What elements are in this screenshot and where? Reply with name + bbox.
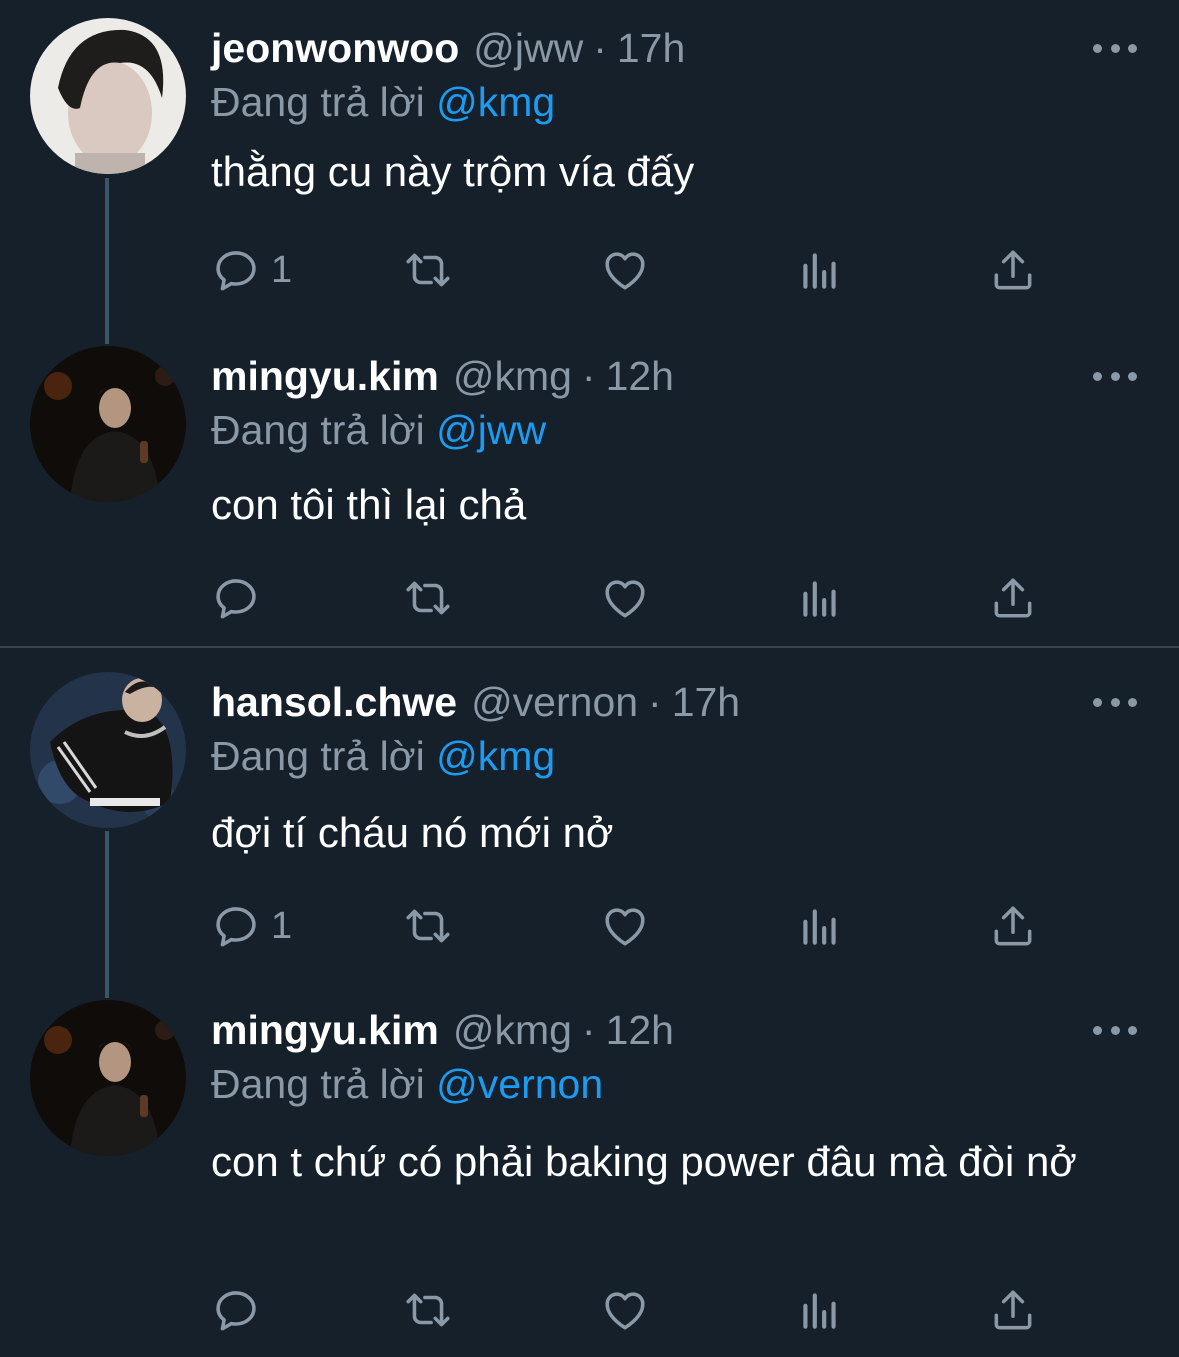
heart-icon — [605, 908, 645, 946]
tweet-actions — [211, 1280, 1061, 1340]
share-icon — [994, 250, 1032, 290]
tweet-header: hansol.chwe @vernon · 17h — [211, 672, 740, 732]
display-name[interactable]: mingyu.kim — [211, 346, 439, 406]
reply-count: 1 — [271, 248, 293, 291]
retweet-button[interactable] — [403, 896, 453, 956]
tweet-actions — [211, 568, 1061, 628]
like-button[interactable] — [600, 1280, 650, 1340]
tweet-header: mingyu.kim @kmg · 12h — [211, 1000, 674, 1060]
views-button[interactable] — [795, 568, 845, 628]
retweet-icon — [406, 253, 450, 287]
tweet-text: đợi tí cháu nó mới nở — [211, 809, 614, 856]
user-handle[interactable]: @kmg — [453, 1000, 572, 1060]
tweet-text: con t chứ có phải baking power đâu mà đò… — [211, 1138, 1077, 1185]
retweet-button[interactable] — [403, 240, 453, 300]
mention-link[interactable]: @vernon — [436, 1061, 603, 1107]
timestamp[interactable]: 17h — [617, 18, 685, 78]
tweet[interactable]: jeonwonwoo @jww · 17h Đang trả lời @kmg … — [0, 18, 1179, 318]
avatar[interactable] — [30, 18, 186, 174]
replying-to: Đang trả lời @kmg — [211, 728, 555, 784]
tweet[interactable]: mingyu.kim @kmg · 12h Đang trả lời @vern… — [0, 1000, 1179, 1350]
like-button[interactable] — [600, 240, 650, 300]
share-button[interactable] — [988, 568, 1038, 628]
heart-icon — [605, 252, 645, 290]
retweet-button[interactable] — [403, 568, 453, 628]
reply-button[interactable]: 1 — [211, 896, 292, 956]
reply-icon — [216, 251, 256, 291]
like-button[interactable] — [600, 568, 650, 628]
share-icon — [994, 1290, 1032, 1330]
separator: · — [581, 353, 596, 399]
views-button[interactable] — [795, 896, 845, 956]
separator: · — [648, 679, 662, 725]
user-handle[interactable]: @jww — [473, 18, 583, 78]
tweet-header: jeonwonwoo @jww · 17h — [211, 18, 685, 78]
mention-link[interactable]: @jww — [436, 407, 546, 453]
avatar[interactable] — [30, 346, 186, 502]
analytics-icon — [803, 909, 836, 945]
tweet-text: con tôi thì lại chả — [211, 481, 527, 528]
user-handle[interactable]: @vernon — [471, 672, 638, 732]
tweet-header: mingyu.kim @kmg · 12h — [211, 346, 674, 406]
thread-timeline: jeonwonwoo @jww · 17h Đang trả lời @kmg … — [0, 0, 1179, 1357]
replying-to-label: Đang trả lời — [211, 79, 425, 125]
replying-to-label: Đang trả lời — [211, 407, 425, 453]
more-icon[interactable] — [1093, 684, 1137, 720]
reply-icon — [216, 579, 256, 619]
retweet-icon — [406, 581, 450, 615]
reply-count: 1 — [271, 904, 293, 947]
analytics-icon — [803, 253, 836, 289]
reply-button[interactable]: 1 — [211, 240, 292, 300]
views-button[interactable] — [795, 240, 845, 300]
separator: · — [593, 25, 607, 71]
reply-button[interactable] — [211, 568, 271, 628]
timestamp[interactable]: 12h — [606, 1000, 674, 1060]
replying-to: Đang trả lời @vernon — [211, 1056, 603, 1112]
tweet[interactable]: hansol.chwe @vernon · 17h Đang trả lời @… — [0, 672, 1179, 972]
like-button[interactable] — [600, 896, 650, 956]
timestamp[interactable]: 12h — [606, 346, 674, 406]
share-button[interactable] — [988, 1280, 1038, 1340]
analytics-icon — [803, 581, 836, 617]
display-name[interactable]: mingyu.kim — [211, 1000, 439, 1060]
reply-icon — [216, 1291, 256, 1331]
separator: · — [581, 1007, 596, 1053]
mention-link[interactable]: @kmg — [436, 79, 555, 125]
share-icon — [994, 906, 1032, 946]
heart-icon — [605, 580, 645, 618]
tweet-actions: 1 — [211, 896, 1061, 956]
tweet-actions: 1 — [211, 240, 1061, 300]
avatar[interactable] — [30, 672, 186, 828]
avatar[interactable] — [30, 1000, 186, 1156]
more-icon[interactable] — [1093, 30, 1137, 66]
share-button[interactable] — [988, 240, 1038, 300]
timestamp[interactable]: 17h — [672, 672, 740, 732]
more-icon[interactable] — [1093, 1012, 1137, 1048]
thread-divider — [0, 646, 1179, 648]
display-name[interactable]: jeonwonwoo — [211, 18, 459, 78]
heart-icon — [605, 1292, 645, 1330]
more-icon[interactable] — [1093, 358, 1137, 394]
replying-to: Đang trả lời @kmg — [211, 74, 555, 130]
reply-icon — [216, 907, 256, 947]
reply-button[interactable] — [211, 1280, 271, 1340]
analytics-icon — [803, 1293, 836, 1329]
retweet-button[interactable] — [403, 1280, 453, 1340]
replying-to-label: Đang trả lời — [211, 733, 425, 779]
mention-link[interactable]: @kmg — [436, 733, 555, 779]
display-name[interactable]: hansol.chwe — [211, 672, 457, 732]
retweet-icon — [406, 1293, 450, 1327]
replying-to-label: Đang trả lời — [211, 1061, 425, 1107]
replying-to: Đang trả lời @jww — [211, 402, 546, 458]
views-button[interactable] — [795, 1280, 845, 1340]
tweet[interactable]: mingyu.kim @kmg · 12h Đang trả lời @jww … — [0, 346, 1179, 636]
user-handle[interactable]: @kmg — [453, 346, 572, 406]
share-icon — [994, 578, 1032, 618]
share-button[interactable] — [988, 896, 1038, 956]
retweet-icon — [406, 909, 450, 943]
tweet-text: thằng cu này trộm vía đấy — [211, 148, 695, 195]
